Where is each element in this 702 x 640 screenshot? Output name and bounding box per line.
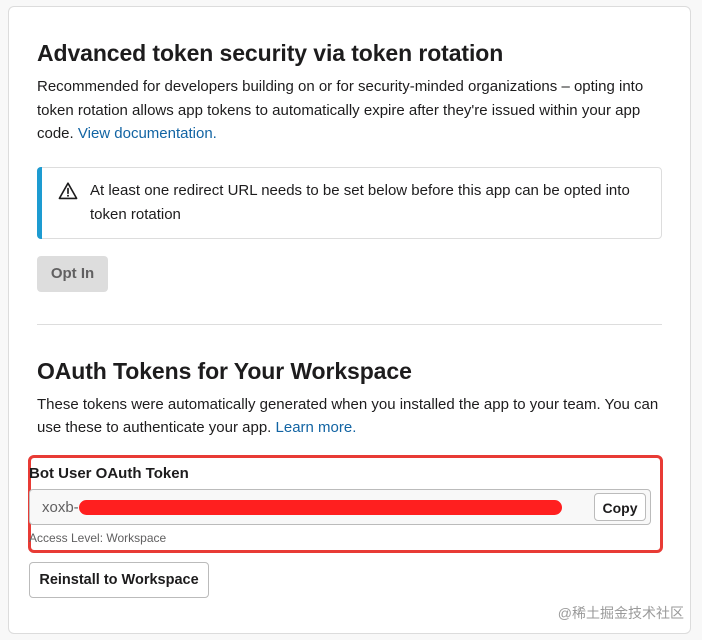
access-level-text: Access Level: Workspace bbox=[29, 531, 167, 545]
copy-token-button[interactable]: Copy bbox=[594, 493, 646, 521]
redirect-url-alert: At least one redirect URL needs to be se… bbox=[37, 166, 662, 239]
alert-accent-bar bbox=[37, 166, 42, 239]
bot-token-label: Bot User OAuth Token bbox=[29, 465, 189, 482]
bot-token-value: xoxb- bbox=[42, 499, 79, 516]
token-rotation-title: Advanced token security via token rotati… bbox=[37, 40, 504, 66]
card-content: Advanced token security via token rotati… bbox=[37, 37, 662, 440]
section-divider bbox=[37, 323, 662, 325]
token-rotation-section: Advanced token security via token rotati… bbox=[37, 37, 662, 292]
view-documentation-link[interactable]: View documentation. bbox=[78, 125, 217, 142]
alert-text: At least one redirect URL needs to be se… bbox=[90, 181, 630, 223]
oauth-tokens-section: OAuth Tokens for Your Workspace These to… bbox=[37, 355, 662, 440]
reinstall-to-workspace-button[interactable]: Reinstall to Workspace bbox=[29, 562, 209, 598]
warning-icon bbox=[58, 181, 78, 199]
token-rotation-description: Recommended for developers building on o… bbox=[37, 75, 662, 146]
bot-token-field[interactable]: xoxb- Copy bbox=[29, 489, 651, 525]
token-redaction-mark bbox=[79, 500, 562, 515]
oauth-tokens-description: These tokens were automatically generate… bbox=[37, 393, 662, 440]
learn-more-link[interactable]: Learn more. bbox=[276, 419, 357, 436]
oauth-tokens-title: OAuth Tokens for Your Workspace bbox=[37, 357, 412, 384]
watermark: @稀土掘金技术社区 bbox=[557, 605, 684, 621]
opt-in-button[interactable]: Opt In bbox=[37, 255, 108, 292]
